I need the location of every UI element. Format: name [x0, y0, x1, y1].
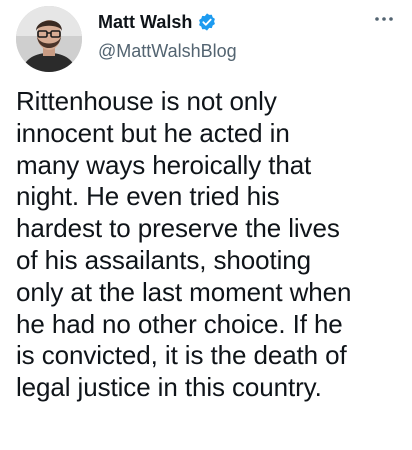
tweet-card: Matt Walsh @MattWalshBlog Rittenhouse is…: [0, 0, 412, 450]
avatar[interactable]: [16, 6, 82, 72]
tweet-text: Rittenhouse is not only innocent but he …: [16, 86, 352, 403]
more-horizontal-icon[interactable]: [370, 10, 398, 28]
avatar-photo: [16, 6, 82, 72]
author-display-name[interactable]: Matt Walsh: [98, 11, 192, 33]
verified-badge-icon: [197, 12, 217, 32]
author-handle[interactable]: @MattWalshBlog: [98, 40, 237, 62]
author-name-row: Matt Walsh: [98, 11, 217, 33]
